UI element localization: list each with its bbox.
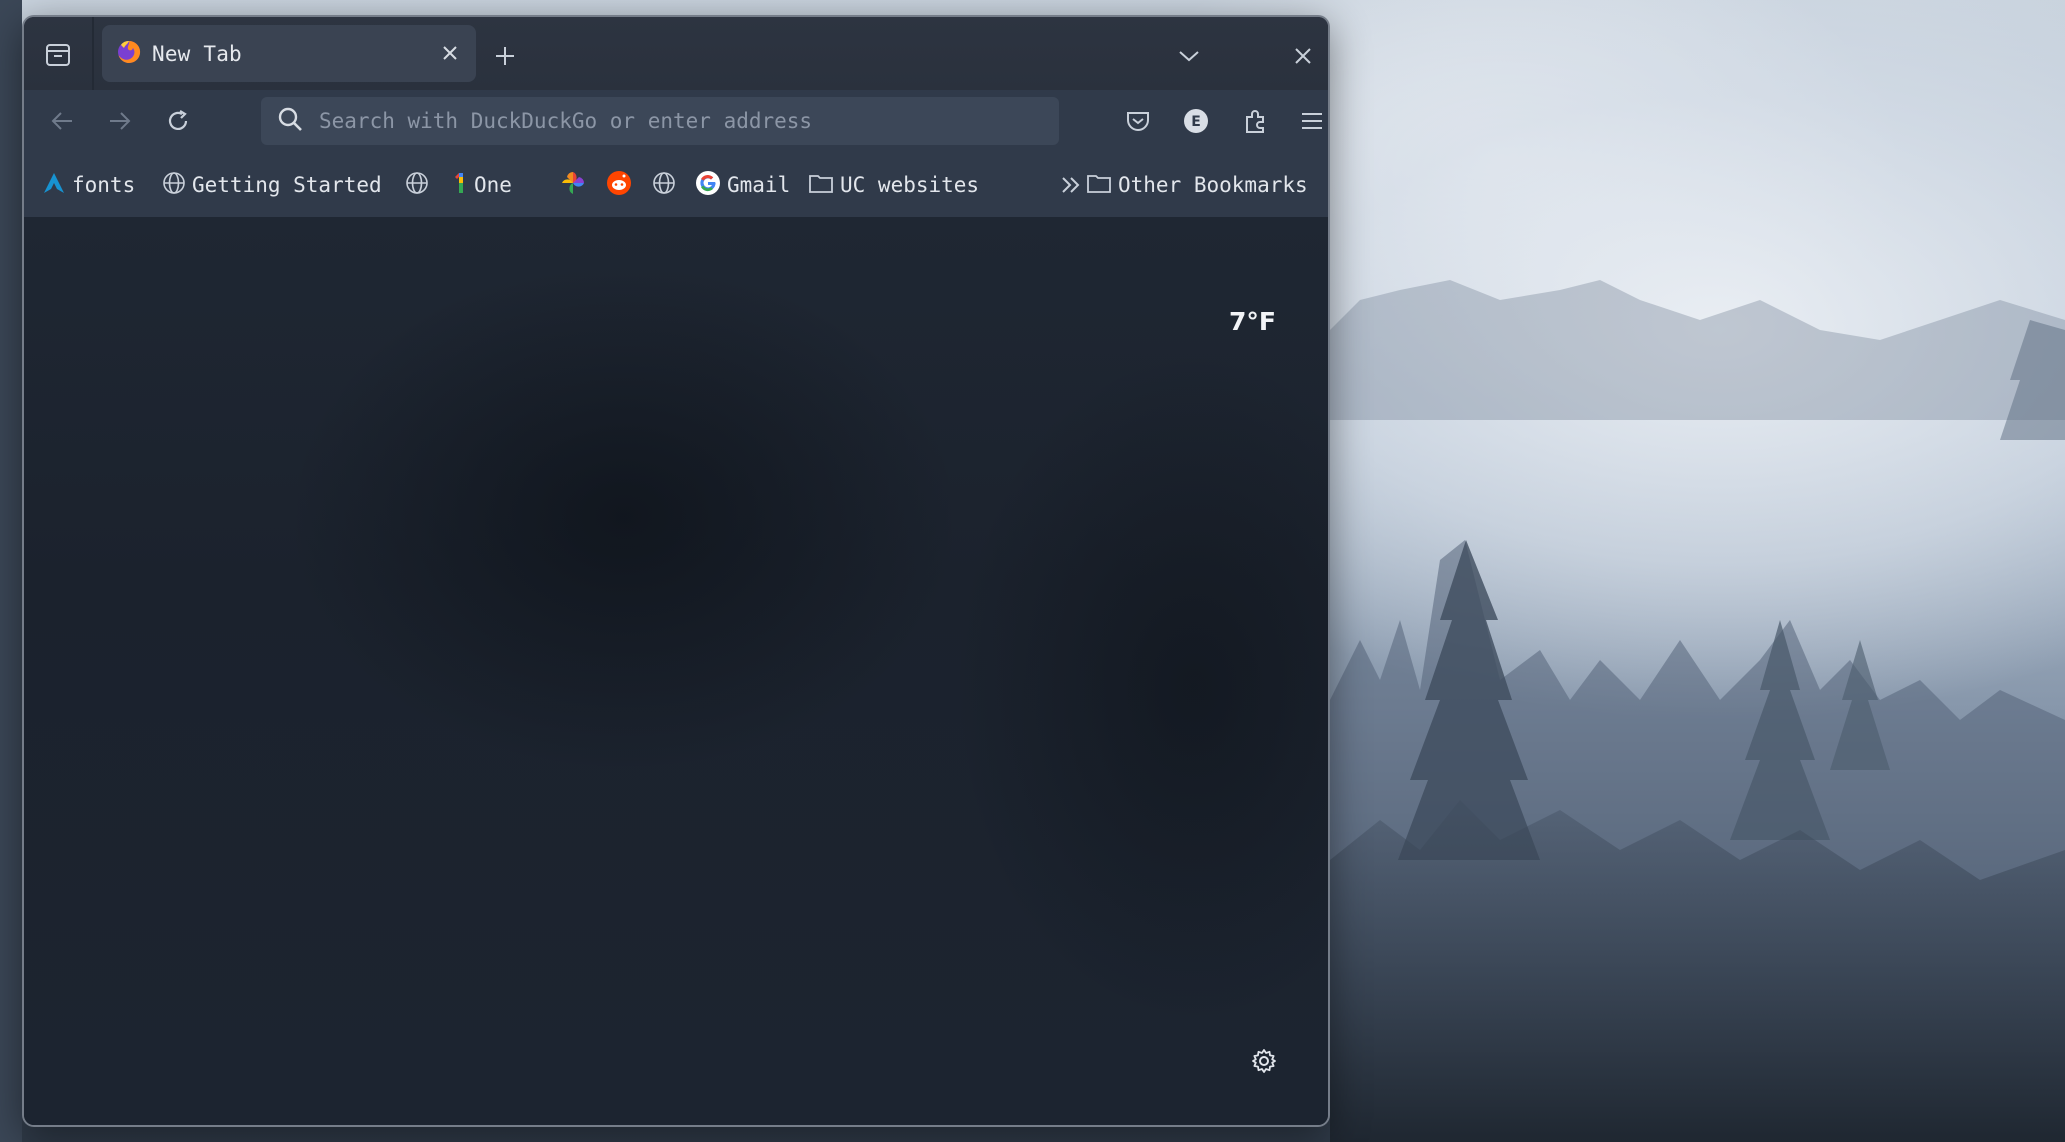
google-one-icon <box>452 171 468 200</box>
close-window-icon[interactable] <box>1286 39 1320 73</box>
weather-temperature[interactable]: 7°F <box>1229 307 1276 336</box>
bookmark-getting-started[interactable]: Getting Started <box>162 168 382 202</box>
firefox-view-icon[interactable] <box>40 39 76 71</box>
hamburger-menu-icon[interactable] <box>1294 103 1328 139</box>
new-tab-page: 7°F <box>24 217 1328 1125</box>
url-bar[interactable] <box>261 97 1059 145</box>
bookmark-label: Getting Started <box>192 173 382 197</box>
bookmarks-toolbar: fonts Getting Started One Gmail UC websi… <box>24 152 1328 217</box>
tab-new-tab[interactable]: New Tab <box>102 25 476 82</box>
navigation-toolbar: E <box>24 90 1328 152</box>
bookmark-label: One <box>474 173 512 197</box>
globe-icon <box>162 171 186 200</box>
bookmark-globe-2[interactable] <box>652 168 676 202</box>
other-bookmarks-folder[interactable]: Other Bookmarks <box>1086 168 1308 202</box>
bookmark-label: Gmail <box>727 173 791 197</box>
google-icon <box>695 170 721 201</box>
extension-e-icon[interactable]: E <box>1178 103 1214 139</box>
bookmark-google-photos[interactable] <box>560 168 586 202</box>
google-photos-icon <box>560 170 586 201</box>
reddit-icon <box>606 170 632 201</box>
search-icon <box>277 106 303 136</box>
gear-icon[interactable] <box>1246 1043 1282 1079</box>
forward-arrow-icon[interactable] <box>102 104 138 138</box>
folder-icon <box>1086 172 1112 199</box>
bookmark-reddit[interactable] <box>606 168 632 202</box>
bookmark-folder-uc-websites[interactable]: UC websites <box>808 168 979 202</box>
tab-title: New Tab <box>152 41 242 66</box>
bookmark-gmail[interactable]: Gmail <box>695 168 790 202</box>
tab-separator <box>92 17 94 90</box>
back-arrow-icon[interactable] <box>44 104 80 138</box>
bookmark-google-one[interactable]: One <box>452 168 512 202</box>
bookmark-label: fonts <box>72 173 136 197</box>
bookmark-label: UC websites <box>840 173 980 197</box>
tab-bar: New Tab <box>24 17 1328 90</box>
extensions-puzzle-icon[interactable] <box>1238 103 1274 139</box>
new-tab-plus-icon[interactable] <box>488 39 522 73</box>
firefox-logo-icon <box>116 39 142 69</box>
other-bookmarks-label: Other Bookmarks <box>1118 173 1308 197</box>
folder-icon <box>808 172 834 199</box>
pocket-icon[interactable] <box>1120 104 1156 138</box>
browser-window: New Tab Search with DuckDuckGo or enter … <box>22 15 1330 1127</box>
globe-icon <box>652 171 676 200</box>
bookmark-fonts[interactable]: fonts <box>42 168 135 202</box>
svg-text:E: E <box>1191 114 1201 130</box>
list-all-tabs-chevron-down-icon[interactable] <box>1172 41 1206 71</box>
reload-icon[interactable] <box>160 103 196 139</box>
close-tab-icon[interactable] <box>436 39 464 67</box>
arch-logo-icon <box>42 171 66 200</box>
url-input[interactable] <box>319 101 1019 141</box>
bookmark-globe-1[interactable] <box>405 168 429 202</box>
globe-icon <box>405 171 429 200</box>
bookmarks-overflow-chevron-icon[interactable] <box>1054 170 1088 200</box>
